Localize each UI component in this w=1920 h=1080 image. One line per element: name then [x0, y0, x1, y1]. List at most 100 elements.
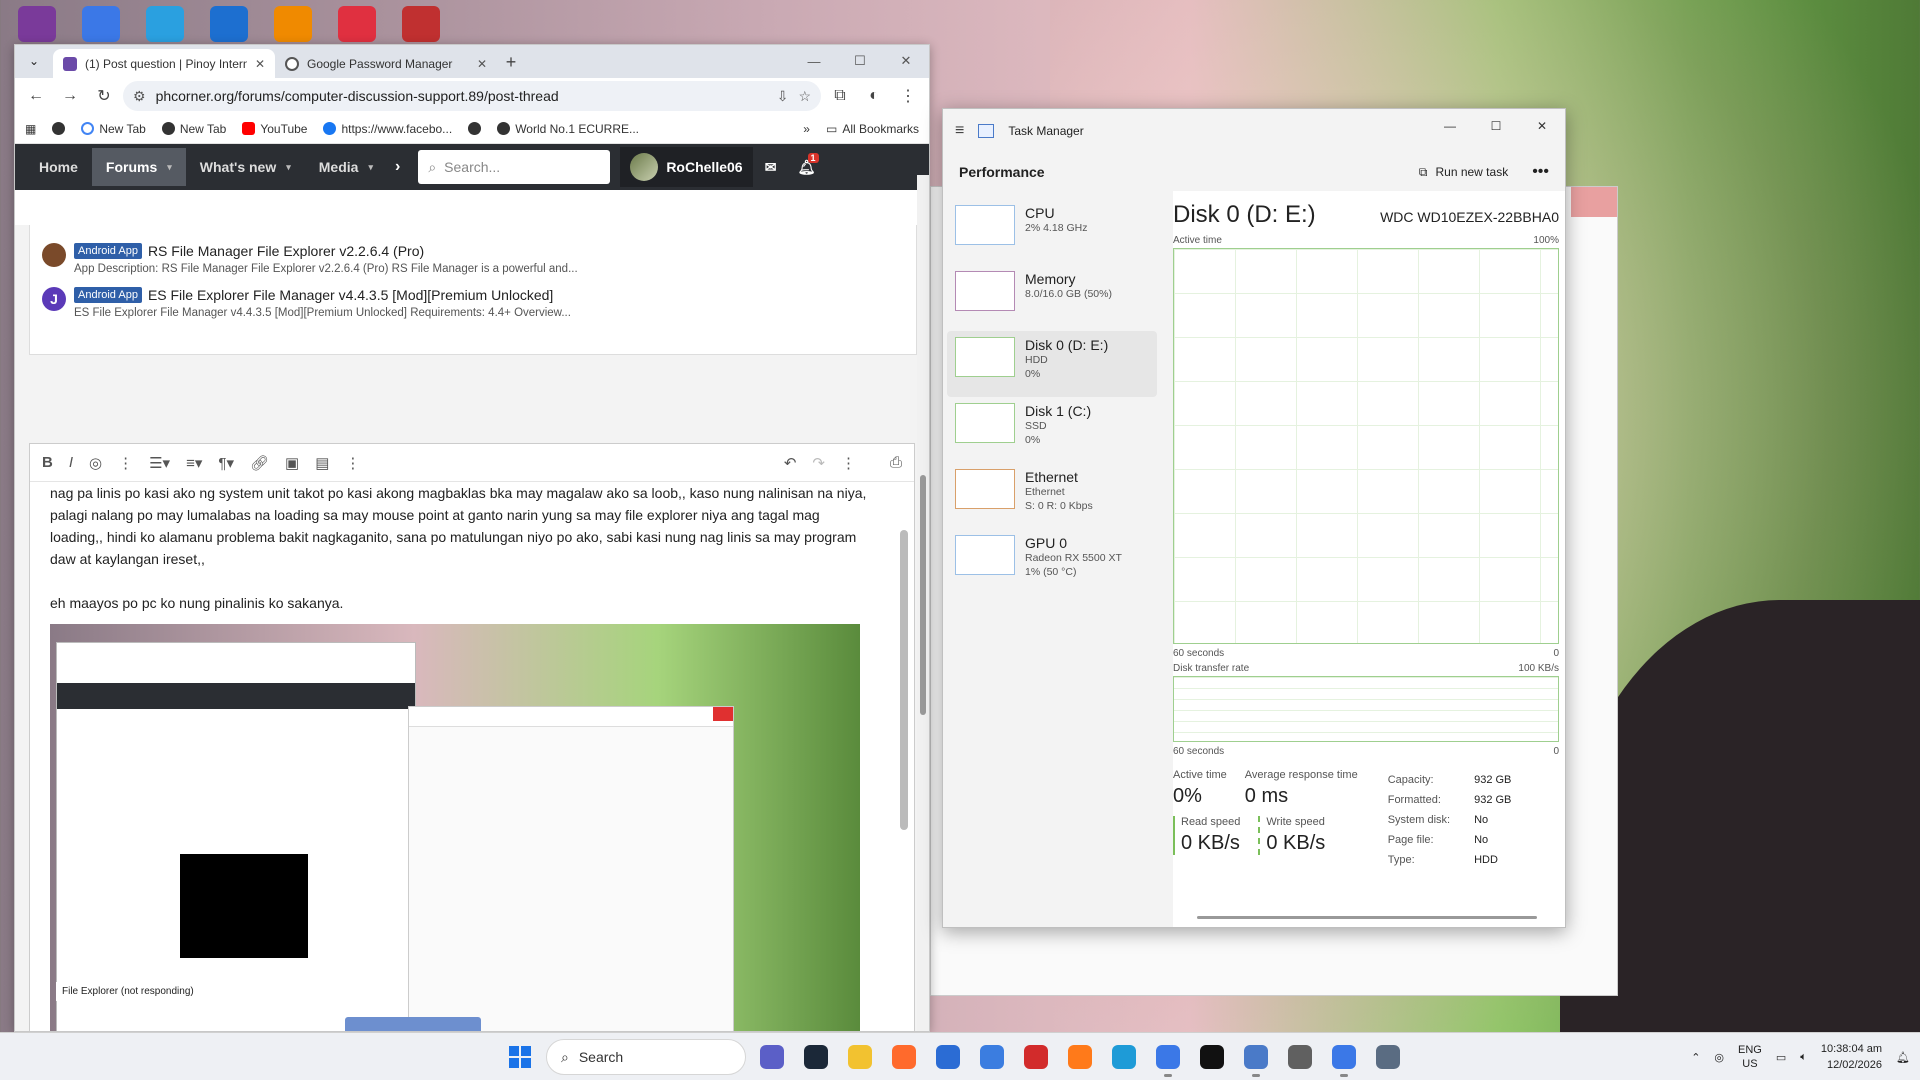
start-button[interactable]	[502, 1039, 538, 1075]
tab-search-chevron-icon[interactable]: ⌄	[21, 48, 47, 74]
taskbar-search[interactable]: ⌕ Search	[546, 1039, 746, 1075]
close-tab-icon[interactable]: ✕	[477, 57, 487, 71]
list-item[interactable]: J Android App ES File Explorer File Manage…	[42, 287, 904, 319]
app-icon[interactable]	[338, 6, 376, 42]
redo-icon[interactable]: ↷	[812, 454, 825, 472]
embedded-screenshot[interactable]: File Explorer (not responding)	[50, 624, 860, 1031]
sidebar-item-ethernet[interactable]: Ethernet Ethernet S: 0 R: 0 Kbps	[947, 463, 1157, 529]
clock[interactable]: 10:38:04 am 12/02/2026	[1821, 1041, 1882, 1073]
minimize-icon[interactable]: —	[1427, 109, 1473, 143]
post-editor[interactable]: B I ◎ ⋮ ☰▾ ≡▾ ¶▾ 🔗︎ ▣ ▤ ⋮ ↶ ↷ ⋮ ⎙ nag pa…	[29, 443, 915, 1031]
volume-icon[interactable]: 🔈︎	[1800, 1051, 1807, 1064]
nav-media[interactable]: Media ▾	[305, 148, 387, 186]
meet-icon[interactable]	[754, 1039, 790, 1075]
bookmarks-more-icon[interactable]: »	[803, 122, 810, 136]
reload-icon[interactable]: ↻	[89, 81, 119, 111]
more-text-options-icon[interactable]: ⋮	[118, 454, 133, 472]
back-icon[interactable]: ←	[21, 81, 51, 111]
undo-icon[interactable]: ↶	[784, 454, 797, 472]
italic-icon[interactable]: I	[69, 454, 73, 471]
nav-home[interactable]: Home	[25, 148, 92, 186]
bookmark-item[interactable]: https://www.facebo...	[323, 122, 452, 136]
sidebar-item-disk-1-c[interactable]: Disk 1 (C:) SSD 0%	[947, 397, 1157, 463]
profile-icon[interactable]: ◐	[859, 81, 889, 111]
alerts-bell-icon[interactable]: 🔔︎ 1	[789, 147, 825, 187]
new-tab-button[interactable]: +	[497, 48, 525, 76]
sidebar-item-gpu-0[interactable]: GPU 0 Radeon RX 5500 XT 1% (50 °C)	[947, 529, 1157, 595]
app-icon[interactable]	[1282, 1039, 1318, 1075]
sidebar-item-memory[interactable]: Memory 8.0/16.0 GB (50%)	[947, 265, 1157, 331]
bookmark-item[interactable]: YouTube	[242, 122, 307, 136]
firefox-icon[interactable]	[1062, 1039, 1098, 1075]
tab-password-manager[interactable]: Google Password Manager ✕	[275, 49, 497, 78]
network-icon[interactable]: ▭	[1776, 1051, 1786, 1064]
maximize-icon[interactable]: ☐	[1473, 109, 1519, 143]
site-info-icon[interactable]: ⚙	[133, 88, 146, 105]
bookmark-star-icon[interactable]: ☆	[798, 88, 811, 105]
install-icon[interactable]: ⇩	[777, 88, 789, 105]
nav-what-s-new[interactable]: What's new ▾	[186, 148, 305, 186]
steam-icon[interactable]	[798, 1039, 834, 1075]
image-icon[interactable]: ▣	[285, 454, 299, 472]
sidebar-item-cpu[interactable]: CPU 2% 4.18 GHz	[947, 199, 1157, 265]
more-options-icon[interactable]: ⋮	[841, 454, 856, 472]
folder-icon[interactable]	[842, 1039, 878, 1075]
nav-more-arrow-icon[interactable]: ›	[387, 158, 408, 176]
run-new-task-button[interactable]: ⧉ Run new task	[1419, 165, 1508, 180]
bookmark-item[interactable]: World No.1 ECURRE...	[497, 122, 639, 136]
background-window-close-icon[interactable]	[1571, 187, 1617, 217]
tab-post-question[interactable]: (1) Post question | Pinoy Interne ✕	[53, 49, 275, 78]
wps-icon[interactable]	[1018, 1039, 1054, 1075]
apps-grid-icon[interactable]: ▦	[25, 122, 36, 136]
notifications-icon[interactable]: 🔔︎	[1896, 1051, 1910, 1064]
app-icon[interactable]	[210, 6, 248, 42]
forward-icon[interactable]: →	[55, 81, 85, 111]
page-scroll-thumb[interactable]	[920, 475, 926, 715]
language-indicator[interactable]: ENG US	[1738, 1043, 1762, 1071]
hamburger-menu-icon[interactable]: ≡	[955, 122, 964, 140]
app-icon[interactable]	[886, 1039, 922, 1075]
store-icon[interactable]	[930, 1039, 966, 1075]
maximize-icon[interactable]: ☐	[837, 45, 883, 77]
app-icon[interactable]	[402, 6, 440, 42]
horizontal-scrollbar[interactable]	[1197, 916, 1537, 919]
bookmark-item[interactable]: New Tab	[161, 122, 226, 136]
forum-search-input[interactable]: ⌕ Search...	[418, 150, 611, 184]
media-icon[interactable]: ▤	[315, 454, 329, 472]
color-palette-icon[interactable]: ◎	[89, 454, 102, 472]
editor-text[interactable]: nag pa linis po kasi ako ng system unit …	[30, 482, 914, 614]
bookmark-item[interactable]: New Tab	[81, 122, 146, 136]
edge-icon[interactable]	[1106, 1039, 1142, 1075]
bookmark-item[interactable]	[468, 122, 482, 135]
bookmark-item[interactable]	[52, 122, 66, 135]
settings-icon[interactable]	[1370, 1039, 1406, 1075]
vlc-icon[interactable]	[274, 6, 312, 42]
show-hidden-icons-icon[interactable]: ⌃	[1691, 1051, 1700, 1064]
bold-icon[interactable]: B	[42, 454, 53, 471]
link-icon[interactable]: 🔗︎	[250, 454, 269, 472]
close-tab-icon[interactable]: ✕	[255, 57, 265, 71]
winrar-icon[interactable]	[18, 6, 56, 42]
more-insert-options-icon[interactable]: ⋮	[345, 454, 360, 472]
preview-icon[interactable]: ⎙	[890, 454, 902, 471]
page-scrollbar[interactable]	[917, 175, 929, 1031]
close-icon[interactable]: ✕	[1519, 109, 1565, 143]
nav-forums[interactable]: Forums ▾	[91, 148, 186, 186]
browser-icon[interactable]	[146, 6, 184, 42]
more-options-icon[interactable]: •••	[1532, 163, 1549, 181]
thread-title[interactable]: Android App ES File Explorer File Manager…	[74, 287, 571, 303]
list-icon[interactable]: ☰▾	[149, 454, 170, 472]
align-icon[interactable]: ≡▾	[186, 454, 202, 472]
menu-dots-icon[interactable]: ⋮	[893, 81, 923, 111]
address-bar[interactable]: ⚙ phcorner.org/forums/computer-discussio…	[123, 81, 821, 111]
task-manager-icon[interactable]	[1238, 1039, 1274, 1077]
chrome-icon[interactable]	[82, 6, 120, 42]
thread-title[interactable]: Android App RS File Manager File Explorer…	[74, 243, 578, 259]
editor-scroll-thumb[interactable]	[900, 530, 908, 830]
all-bookmarks-button[interactable]: ▭ All Bookmarks	[826, 122, 919, 136]
close-icon[interactable]: ✕	[883, 45, 929, 77]
chrome-icon[interactable]	[1150, 1039, 1186, 1077]
list-item[interactable]: Android App RS File Manager File Explorer…	[42, 243, 904, 275]
sidebar-item-disk-0-d-e[interactable]: Disk 0 (D: E:) HDD 0%	[947, 331, 1157, 397]
minimize-icon[interactable]: —	[791, 45, 837, 77]
